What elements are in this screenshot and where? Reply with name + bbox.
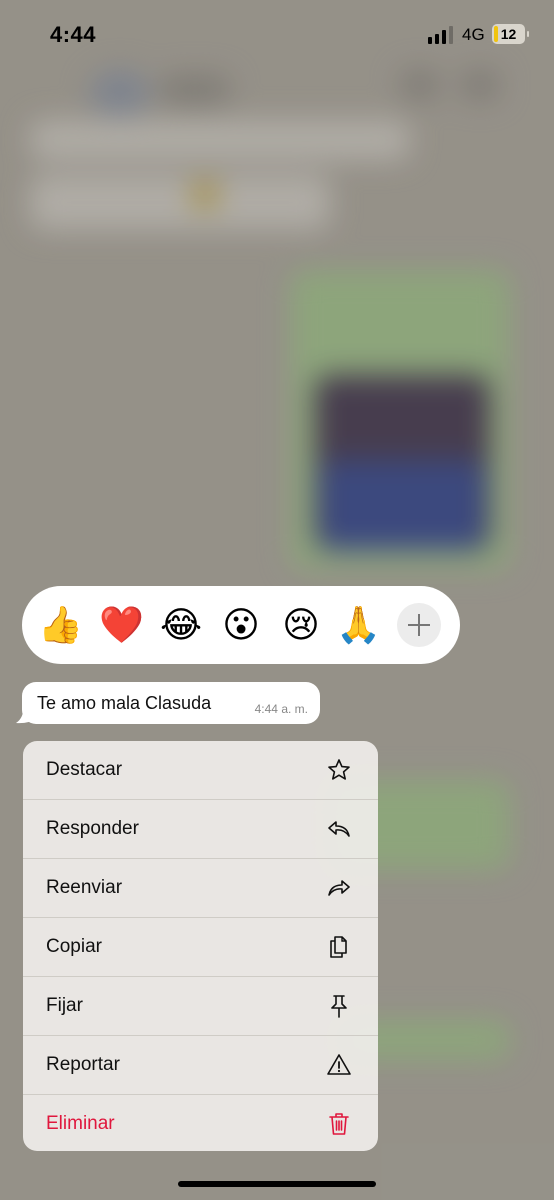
star-icon — [328, 759, 350, 780]
reaction-heart[interactable]: ❤️ — [99, 603, 144, 647]
menu-item-copiar[interactable]: Copiar — [23, 918, 378, 977]
copy-icon — [330, 936, 347, 958]
reply-icon — [328, 821, 350, 837]
menu-item-label: Reenviar — [46, 877, 123, 898]
menu-item-label: Eliminar — [46, 1113, 115, 1134]
menu-item-label: Copiar — [46, 936, 102, 957]
menu-item-responder[interactable]: Responder — [23, 800, 378, 859]
reaction-bar: 👍 ❤️ 😂 😮 😢 🙏 — [22, 586, 460, 664]
reaction-crying[interactable]: 😢 — [279, 603, 323, 647]
message-text: Te amo mala Clasuda — [37, 693, 212, 713]
message-time: 4:44 a. m. — [254, 702, 308, 716]
warning-icon — [327, 1054, 351, 1075]
reaction-laughing[interactable]: 😂 — [159, 603, 203, 647]
menu-item-label: Destacar — [46, 759, 123, 780]
network-type: 4G — [462, 25, 485, 44]
status-time: 4:44 — [50, 22, 97, 47]
battery-level: 12 — [500, 26, 517, 42]
message-bubble[interactable]: Te amo mala Clasuda 4:44 a. m. — [22, 682, 320, 724]
context-menu: Destacar Responder Reenviar Copiar Fijar… — [23, 741, 378, 1151]
menu-item-eliminar[interactable]: Eliminar — [23, 1095, 378, 1151]
menu-item-label: Fijar — [46, 995, 83, 1016]
trash-icon — [329, 1113, 349, 1135]
home-indicator[interactable] — [178, 1181, 376, 1187]
status-bar: 4:44 4G 12 — [0, 0, 554, 70]
battery-icon: 12 — [492, 24, 529, 44]
reaction-surprised[interactable]: 😮 — [219, 603, 263, 647]
menu-item-reenviar[interactable]: Reenviar — [23, 859, 378, 918]
menu-item-label: Reportar — [46, 1054, 120, 1075]
menu-item-fijar[interactable]: Fijar — [23, 977, 378, 1036]
more-reactions-button[interactable] — [397, 603, 441, 647]
reaction-praying[interactable]: 🙏 — [336, 603, 381, 647]
pin-icon — [331, 995, 347, 1018]
signal-icon — [428, 26, 454, 44]
menu-item-reportar[interactable]: Reportar — [23, 1036, 378, 1095]
reaction-thumbs-up[interactable]: 👍 — [38, 603, 83, 647]
menu-item-destacar[interactable]: Destacar — [23, 741, 378, 800]
forward-icon — [328, 880, 350, 896]
menu-item-label: Responder — [46, 818, 139, 839]
